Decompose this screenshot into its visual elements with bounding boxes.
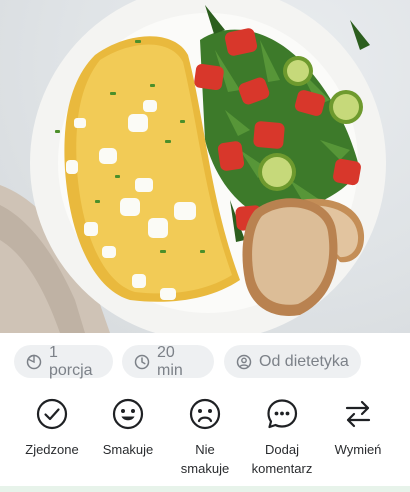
portion-label: 1 porcja [49, 343, 93, 379]
dietitian-icon [236, 354, 252, 369]
time-label: 20 min [157, 343, 183, 379]
dislike-label: Nie smakuje [180, 442, 230, 476]
meal-actions: Zjedzone Smakuje Nie smakuje Dodaj komen… [0, 397, 410, 477]
dislike-button[interactable]: Nie smakuje [165, 397, 245, 478]
clock-icon [134, 354, 150, 369]
swap-label: Wymień [334, 442, 382, 457]
eaten-button[interactable]: Zjedzone [12, 397, 92, 459]
swap-button[interactable]: Wymień [318, 397, 398, 459]
dietitian-label: Od dietetyka [259, 352, 349, 370]
meal-photo [0, 0, 410, 333]
bottom-accent-strip [0, 486, 410, 492]
add-comment-label: Dodaj komentarz [251, 442, 313, 476]
portion-icon [26, 354, 42, 369]
recipe-info-chips: 1 porcja 20 min Od dietetyka [0, 343, 410, 379]
like-label: Smakuje [102, 442, 154, 457]
time-chip: 20 min [122, 343, 214, 379]
add-comment-button[interactable]: Dodaj komentarz [242, 397, 322, 478]
portion-chip: 1 porcja [14, 343, 113, 379]
eaten-label: Zjedzone [25, 442, 79, 457]
check-circle-icon [36, 398, 68, 430]
comment-icon [267, 399, 298, 429]
dietitian-chip: Od dietetyka [224, 345, 361, 378]
like-button[interactable]: Smakuje [88, 397, 168, 459]
swap-icon [345, 400, 371, 428]
frown-icon [189, 398, 221, 430]
smile-icon [112, 398, 144, 430]
